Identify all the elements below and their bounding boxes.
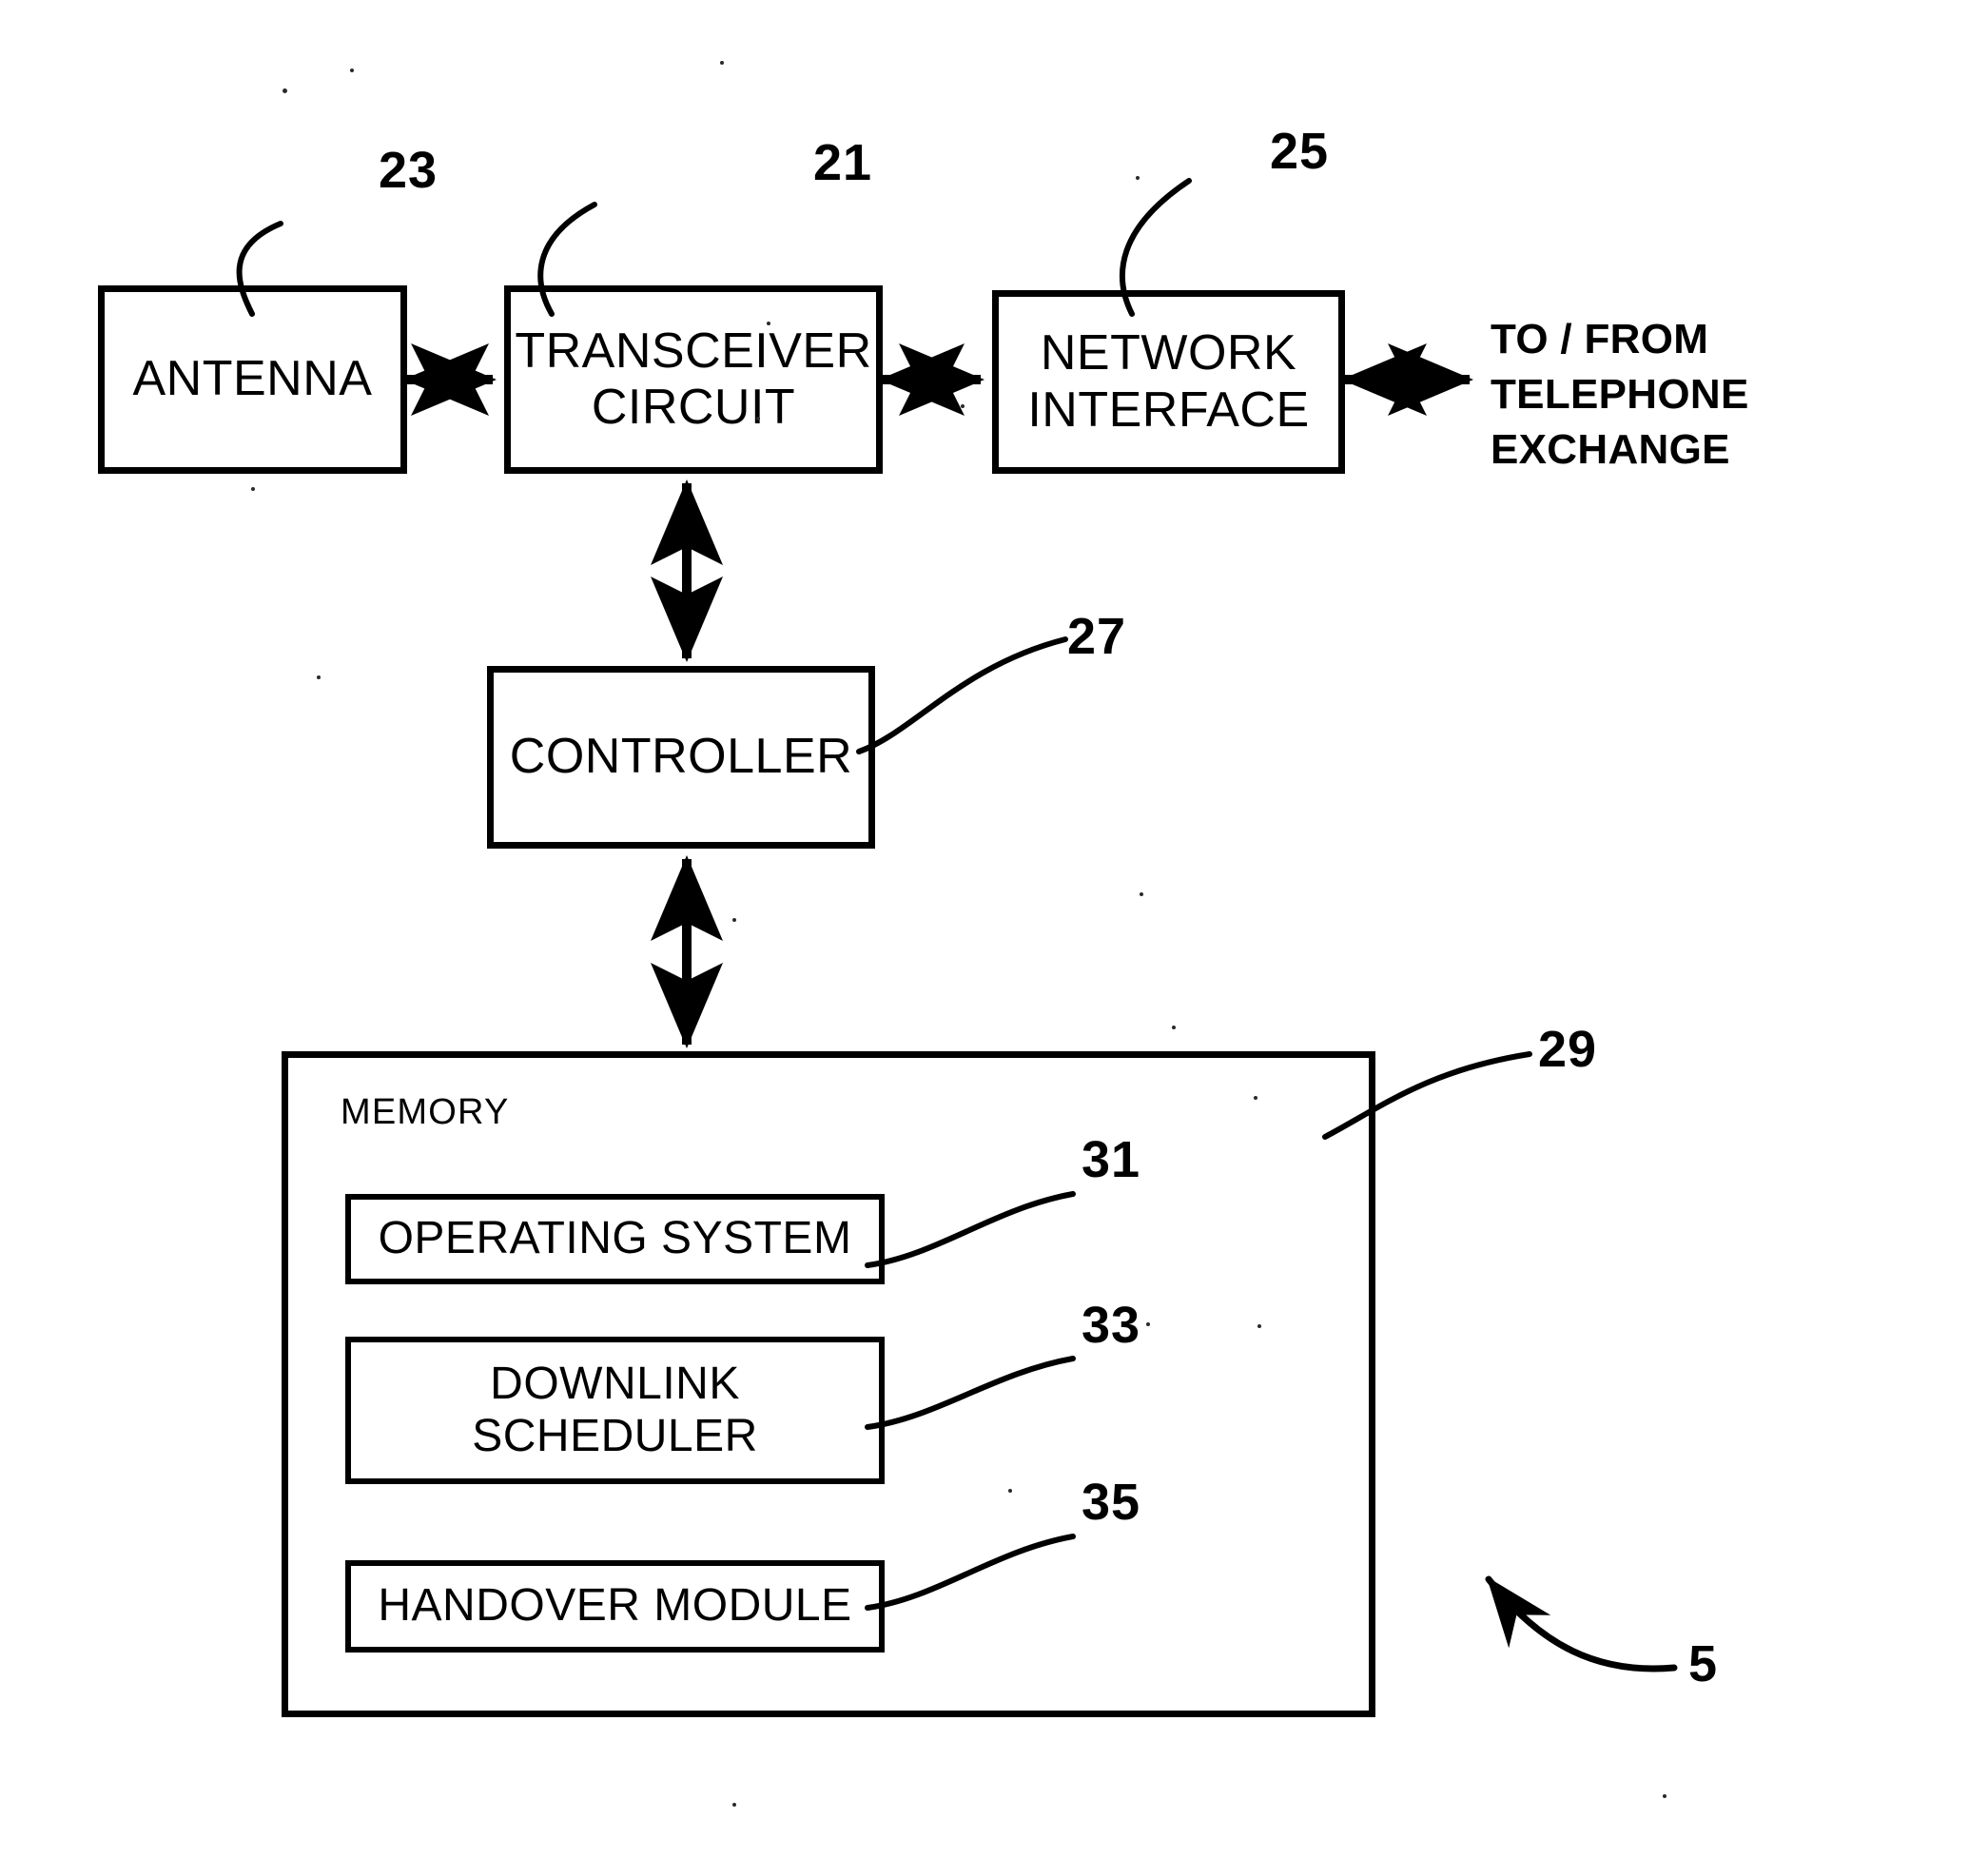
leader-line-27 [856,636,1068,754]
patent-figure: ANTENNA TRANSCEIVER CIRCUIT NETWORK INTE… [0,0,1988,1858]
network-interface-block: NETWORK INTERFACE [992,290,1345,474]
scan-speck [350,68,354,72]
scan-speck [283,88,287,93]
antenna-block: ANTENNA [98,285,407,474]
scan-speck [251,487,255,491]
scan-speck [1257,1324,1261,1328]
antenna-block-label: ANTENNA [132,351,373,407]
scan-speck [767,322,770,325]
scan-speck [732,1803,736,1807]
scan-speck [1140,892,1143,896]
reference-numeral-31: 31 [1082,1131,1141,1188]
scan-speck [1172,1026,1176,1029]
transceiver-circuit-block-label: TRANSCEIVER CIRCUIT [515,323,872,435]
scan-speck [1136,176,1140,180]
scan-speck [1008,1489,1012,1493]
scan-speck [1663,1794,1666,1798]
reference-numeral-5: 5 [1688,1635,1719,1692]
handover-module-block: HANDOVER MODULE [345,1560,885,1653]
downlink-scheduler-block-label: DOWNLINK SCHEDULER [472,1358,758,1461]
reference-numeral-25: 25 [1270,123,1330,180]
reference-numeral-33: 33 [1082,1297,1141,1354]
operating-system-block: OPERATING SYSTEM [345,1194,885,1284]
scan-speck [732,918,736,922]
scan-speck [317,675,321,679]
reference-numeral-21: 21 [813,134,873,191]
reference-numeral-35: 35 [1082,1474,1141,1531]
scan-speck [1146,1322,1150,1326]
handover-module-block-label: HANDOVER MODULE [378,1580,852,1632]
transceiver-circuit-block: TRANSCEIVER CIRCUIT [504,285,883,474]
leader-arrow-5 [1485,1575,1678,1672]
reference-numeral-27: 27 [1067,608,1127,665]
scan-speck [961,404,965,408]
to-from-telephone-exchange-label: TO / FROM TELEPHONE EXCHANGE [1491,316,1749,474]
operating-system-block-label: OPERATING SYSTEM [378,1213,852,1264]
downlink-scheduler-block: DOWNLINK SCHEDULER [345,1337,885,1484]
memory-block-label: MEMORY [341,1092,510,1132]
scan-speck [756,417,760,420]
scan-speck [1254,1096,1257,1100]
controller-block-label: CONTROLLER [509,729,853,785]
controller-block: CONTROLLER [487,666,875,849]
reference-numeral-23: 23 [379,142,439,199]
scan-speck [720,61,724,65]
network-interface-block-label: NETWORK INTERFACE [1027,325,1310,438]
reference-numeral-29: 29 [1538,1021,1598,1078]
